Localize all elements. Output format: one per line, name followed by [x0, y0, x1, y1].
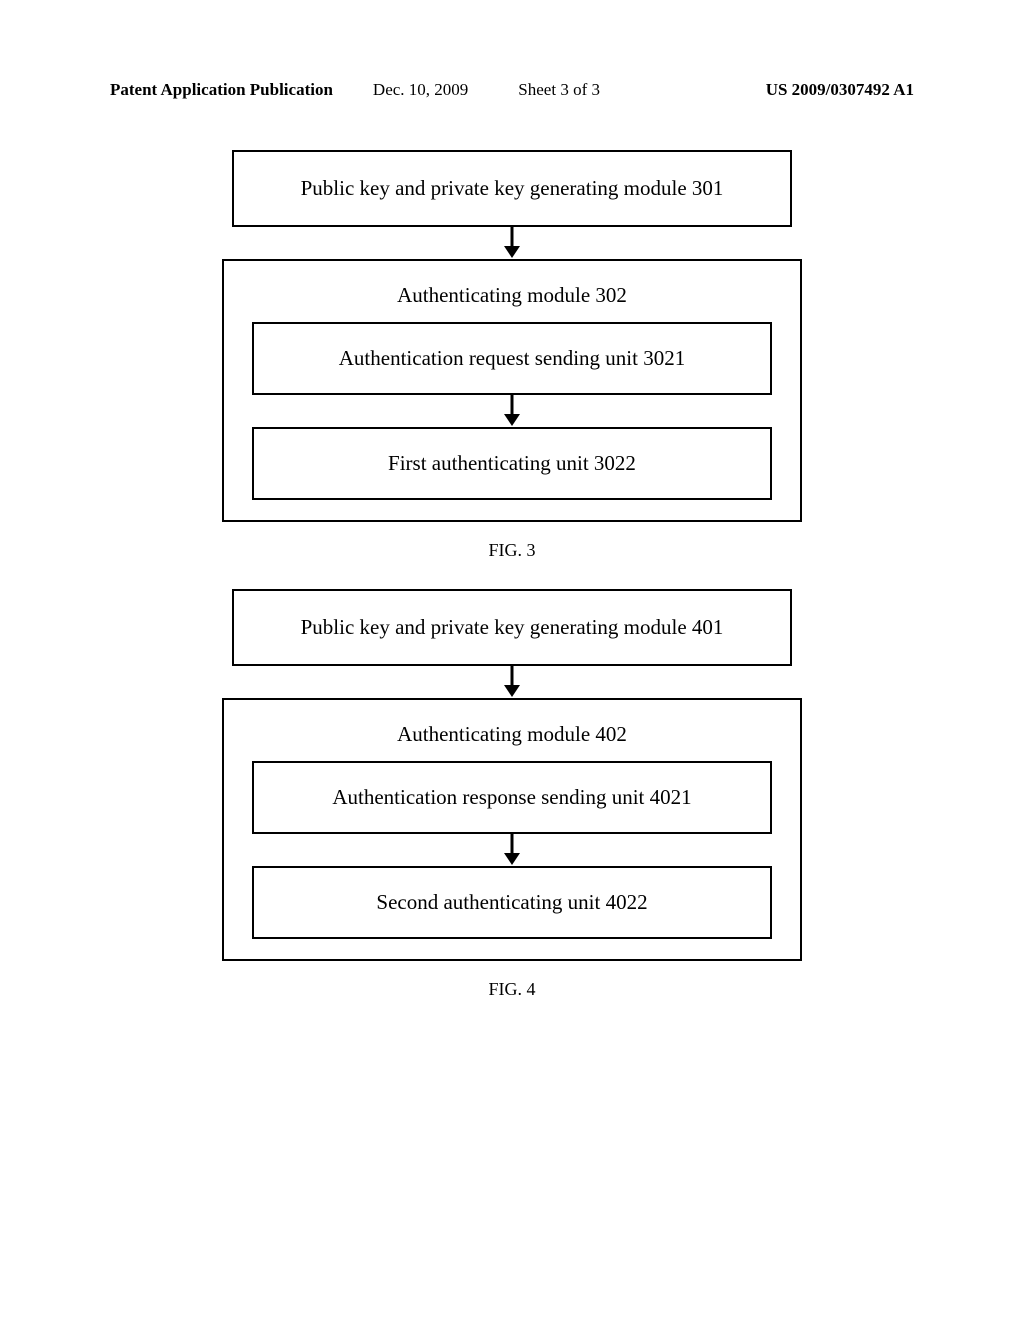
- page-container: Patent Application Publication Dec. 10, …: [0, 0, 1024, 1068]
- arrow-down-icon: [502, 834, 522, 866]
- auth-module-302-title: Authenticating module 302: [397, 277, 627, 322]
- box-auth-response-unit-4021: Authentication response sending unit 402…: [252, 761, 772, 834]
- arrow-down-icon: [502, 395, 522, 427]
- publication-date: Dec. 10, 2009: [373, 80, 468, 100]
- publication-label: Patent Application Publication: [110, 80, 333, 100]
- figure-3: Public key and private key generating mo…: [60, 150, 964, 589]
- sheet-number: Sheet 3 of 3: [518, 80, 600, 100]
- arrow-down-icon: [502, 666, 522, 698]
- figure-4: Public key and private key generating mo…: [60, 589, 964, 1028]
- diagram-fig4: Public key and private key generating mo…: [222, 589, 802, 961]
- arrow-down-icon: [502, 227, 522, 259]
- box-key-gen-401: Public key and private key generating mo…: [232, 589, 792, 666]
- box-second-auth-unit-4022: Second authenticating unit 4022: [252, 866, 772, 939]
- diagram-fig3: Public key and private key generating mo…: [222, 150, 802, 522]
- box-auth-request-unit-3021: Authentication request sending unit 3021: [252, 322, 772, 395]
- figure-3-label: FIG. 3: [488, 540, 535, 561]
- auth-module-402-title: Authenticating module 402: [397, 716, 627, 761]
- publication-number: US 2009/0307492 A1: [766, 80, 914, 100]
- box-key-gen-301: Public key and private key generating mo…: [232, 150, 792, 227]
- figure-4-label: FIG. 4: [488, 979, 535, 1000]
- box-first-auth-unit-3022: First authenticating unit 3022: [252, 427, 772, 500]
- page-header: Patent Application Publication Dec. 10, …: [60, 80, 964, 100]
- box-auth-module-302: Authenticating module 302 Authentication…: [222, 259, 802, 522]
- box-auth-module-402: Authenticating module 402 Authentication…: [222, 698, 802, 961]
